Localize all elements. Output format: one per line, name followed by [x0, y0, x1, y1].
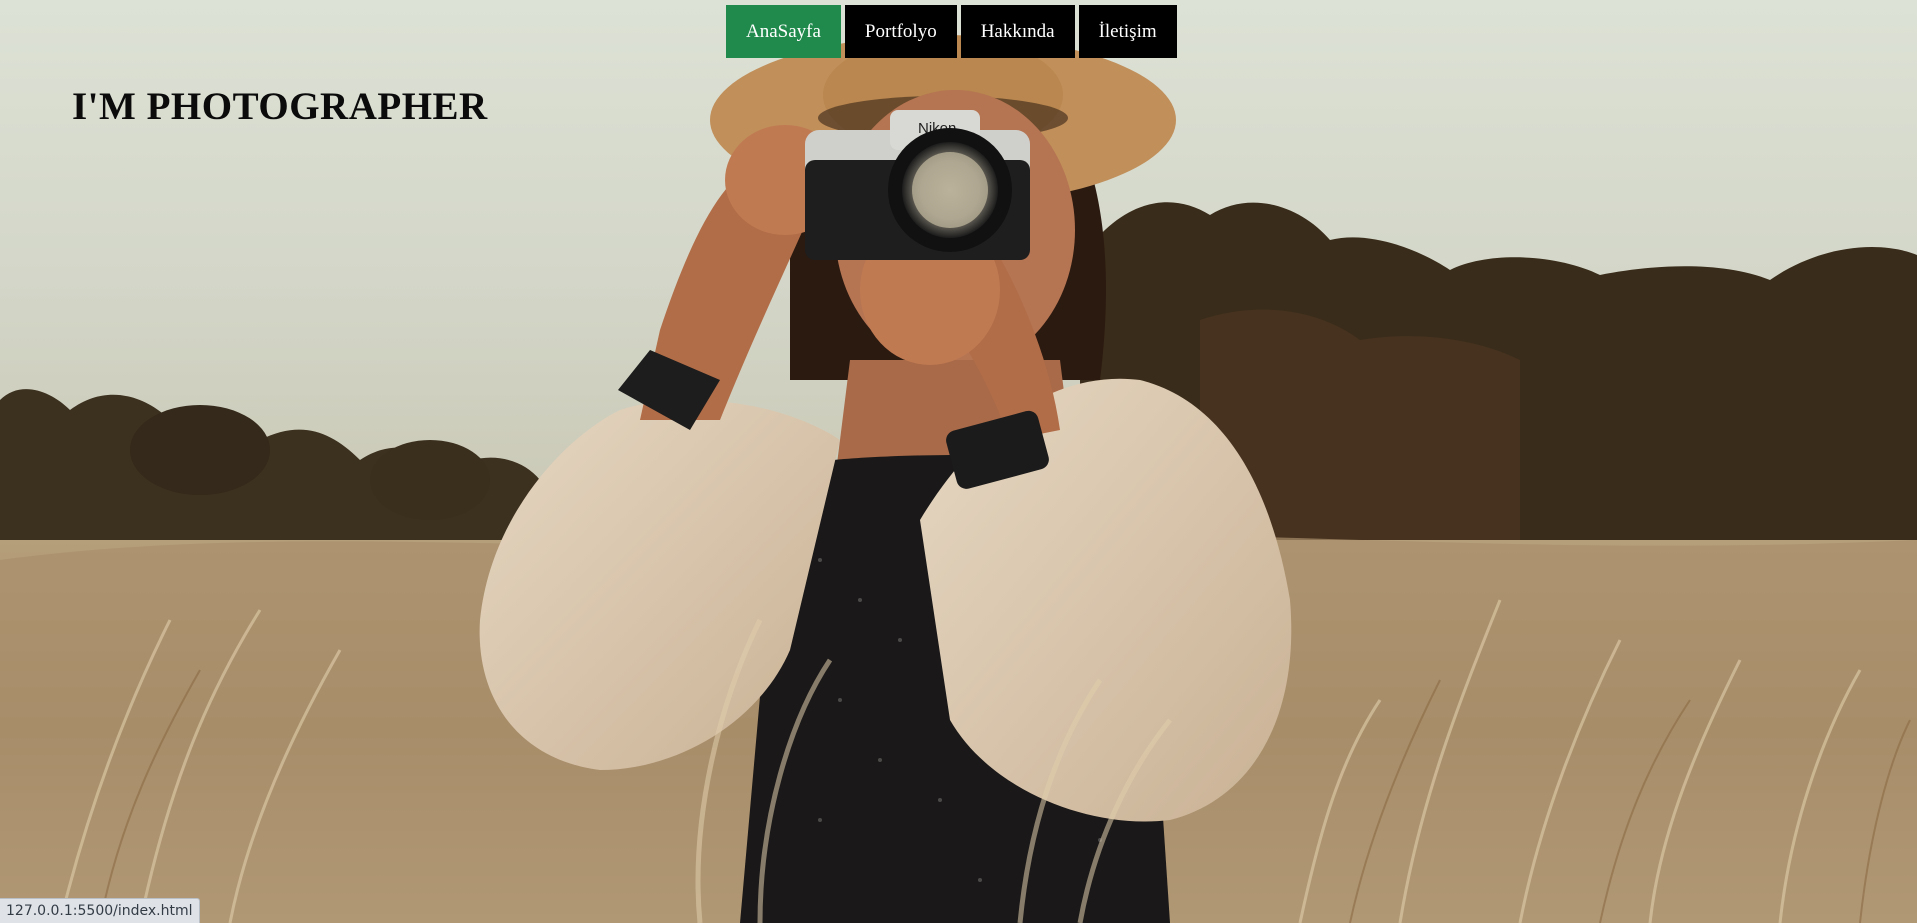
nav-item-hakkinda[interactable]: Hakkında [960, 5, 1075, 58]
main-nav: AnaSayfa Portfolyo Hakkında İletişim [726, 5, 1177, 58]
hero-headline: I'M PHOTOGRAPHER [72, 85, 488, 128]
status-url: 127.0.0.1:5500/index.html [6, 903, 193, 919]
browser-status-bar: 127.0.0.1:5500/index.html [0, 898, 200, 923]
nav-item-portfolyo[interactable]: Portfolyo [844, 5, 957, 58]
hero-background: Nikon [0, 0, 1917, 923]
hero-photo: Nikon [0, 0, 1917, 923]
nav-item-anasayfa[interactable]: AnaSayfa [726, 5, 841, 58]
nav-item-iletisim[interactable]: İletişim [1078, 5, 1177, 58]
